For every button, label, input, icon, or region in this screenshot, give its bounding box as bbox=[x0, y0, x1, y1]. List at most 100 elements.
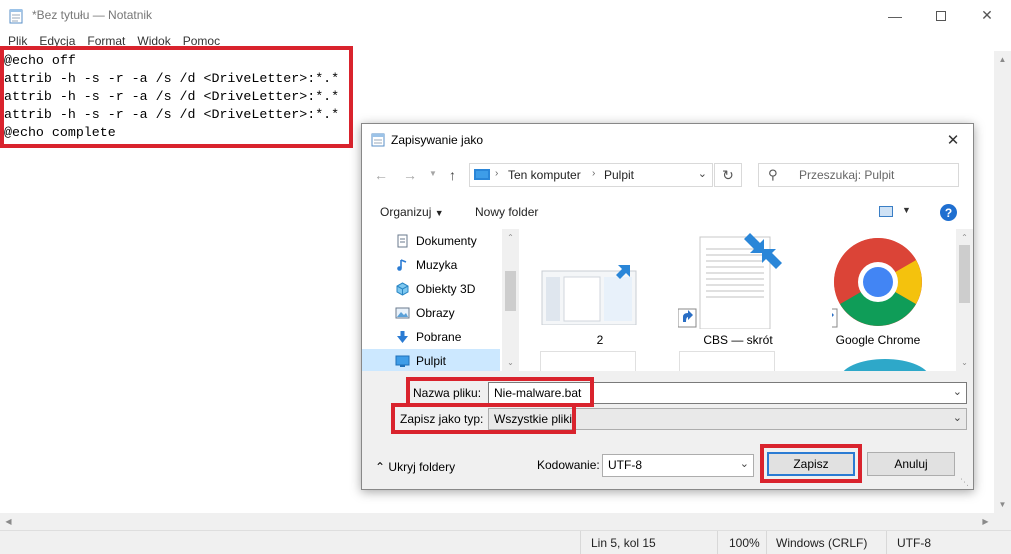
scroll-down-icon[interactable]: ▼ bbox=[994, 496, 1011, 513]
music-icon bbox=[397, 259, 407, 271]
file-item-partial[interactable] bbox=[540, 351, 636, 371]
file-item-partial[interactable] bbox=[840, 359, 930, 371]
file-item-partial[interactable] bbox=[679, 351, 775, 371]
editor-horizontal-scrollbar[interactable]: ◀ ▶ bbox=[0, 513, 994, 530]
sidebar-item-downloads[interactable]: Pobrane bbox=[362, 325, 500, 349]
search-input[interactable]: ⚲ Przeszukaj: Pulpit bbox=[758, 163, 959, 187]
address-bar[interactable]: › Ten komputer › Pulpit ⌄ bbox=[469, 163, 713, 187]
filetype-label: Zapisz jako typ: bbox=[400, 412, 484, 426]
navigation-pane: Dokumenty Muzyka Obiekty 3D Obrazy Pobra… bbox=[362, 229, 519, 373]
view-options-icon[interactable] bbox=[879, 206, 893, 217]
dialog-close-button[interactable]: ✕ bbox=[933, 124, 973, 155]
new-folder-button[interactable]: Nowy folder bbox=[475, 205, 538, 219]
sidebar-item-label: Obrazy bbox=[416, 306, 455, 320]
notepad-icon bbox=[9, 9, 23, 24]
image-thumbnail-icon bbox=[541, 265, 637, 325]
chevron-down-icon: ⌄ bbox=[952, 412, 962, 424]
cube-icon bbox=[396, 282, 409, 296]
notepad-icon bbox=[371, 133, 385, 147]
chevron-up-icon[interactable]: ⌃ bbox=[956, 229, 973, 246]
notepad-titlebar: *Bez tytułu — Notatnik — ✕ bbox=[0, 0, 1011, 31]
dialog-titlebar: Zapisywanie jako ✕ bbox=[362, 124, 973, 155]
hide-folders-label: Ukryj foldery bbox=[388, 460, 456, 474]
status-separator bbox=[717, 531, 718, 554]
forward-arrow-icon[interactable]: → bbox=[403, 167, 417, 183]
window-title: *Bez tytułu — Notatnik bbox=[32, 8, 153, 22]
scrollbar-thumb[interactable] bbox=[959, 245, 970, 303]
close-button[interactable]: ✕ bbox=[964, 0, 1010, 31]
status-bar: Lin 5, kol 15 100% Windows (CRLF) UTF-8 bbox=[0, 530, 1011, 554]
file-label: CBS — skrót bbox=[703, 333, 773, 347]
minimize-button[interactable]: — bbox=[872, 0, 918, 31]
status-encoding: UTF-8 bbox=[897, 536, 931, 550]
chevron-down-icon[interactable]: ▼ bbox=[902, 205, 911, 215]
sidebar-item-pictures[interactable]: Obrazy bbox=[362, 301, 500, 325]
status-position: Lin 5, kol 15 bbox=[591, 536, 656, 550]
resize-grip-icon[interactable]: ⋱ bbox=[960, 477, 970, 487]
breadcrumb-computer[interactable]: Ten komputer bbox=[508, 168, 581, 182]
editor-vertical-scrollbar[interactable]: ▲ ▼ bbox=[994, 51, 1011, 513]
scroll-right-icon[interactable]: ▶ bbox=[977, 513, 994, 530]
menu-bar: Plik Edycja Format Widok Pomoc bbox=[0, 31, 1011, 51]
file-item[interactable]: CBS — skrót bbox=[678, 229, 798, 354]
sidebar-item-label: Pulpit bbox=[416, 354, 447, 368]
menu-help[interactable]: Pomoc bbox=[177, 31, 226, 51]
help-icon[interactable]: ? bbox=[940, 204, 957, 221]
chevron-up-icon[interactable]: ⌃ bbox=[502, 229, 519, 246]
encoding-label: Kodowanie: bbox=[537, 458, 600, 472]
filetype-value: Wszystkie pliki bbox=[494, 412, 573, 426]
scroll-up-icon[interactable]: ▲ bbox=[994, 51, 1011, 68]
cancel-button[interactable]: Anuluj bbox=[867, 452, 955, 476]
minimize-icon: — bbox=[888, 7, 902, 24]
recent-locations-icon[interactable]: ▼ bbox=[429, 169, 437, 178]
sidebar-item-documents[interactable]: Dokumenty bbox=[362, 229, 500, 253]
back-arrow-icon[interactable]: ← bbox=[374, 167, 388, 183]
refresh-icon: ↻ bbox=[722, 166, 734, 183]
encoding-select[interactable]: UTF-8 ⌄ bbox=[602, 454, 754, 477]
filetype-select[interactable]: Wszystkie pliki ⌄ bbox=[488, 408, 967, 430]
save-button[interactable]: Zapisz bbox=[767, 452, 855, 476]
search-icon: ⚲ bbox=[768, 167, 778, 182]
dialog-title: Zapisywanie jako bbox=[391, 133, 484, 147]
file-item[interactable]: 2 bbox=[540, 229, 660, 354]
menu-format[interactable]: Format bbox=[81, 31, 131, 51]
scrollbar-corner bbox=[994, 513, 1011, 530]
refresh-button[interactable]: ↻ bbox=[714, 163, 742, 187]
file-list-scrollbar[interactable]: ⌃ ⌄ bbox=[956, 229, 973, 371]
chevron-down-icon[interactable]: ⌄ bbox=[502, 354, 519, 371]
hide-folders-button[interactable]: ⌃ Ukryj foldery bbox=[375, 460, 455, 474]
scroll-left-icon[interactable]: ◀ bbox=[0, 513, 17, 530]
chevron-right-icon: › bbox=[592, 168, 596, 179]
breadcrumb-desktop[interactable]: Pulpit bbox=[604, 168, 634, 182]
status-line-endings: Windows (CRLF) bbox=[776, 536, 868, 550]
organize-label: Organizuj bbox=[380, 205, 432, 219]
status-separator bbox=[766, 531, 767, 554]
editor-line: @echo off bbox=[4, 53, 76, 68]
organize-button[interactable]: Organizuj ▼ bbox=[380, 205, 444, 219]
status-separator bbox=[886, 531, 887, 554]
filename-field[interactable]: Nie-malware.bat ⌄ bbox=[488, 382, 967, 404]
file-label: 2 bbox=[596, 333, 604, 347]
maximize-button[interactable] bbox=[918, 0, 964, 31]
chevron-down-icon: ▼ bbox=[434, 208, 444, 218]
menu-file[interactable]: Plik bbox=[2, 31, 33, 51]
menu-edit[interactable]: Edycja bbox=[33, 31, 81, 51]
chevron-down-icon[interactable]: ⌄ bbox=[698, 167, 707, 180]
up-arrow-icon[interactable]: ↑ bbox=[449, 167, 456, 183]
desktop-icon bbox=[395, 355, 410, 367]
sidebar-item-3d-objects[interactable]: Obiekty 3D bbox=[362, 277, 500, 301]
download-arrow-icon bbox=[397, 331, 408, 343]
file-item[interactable]: Google Chrome bbox=[818, 229, 938, 354]
status-separator bbox=[580, 531, 581, 554]
chevron-down-icon: ⌄ bbox=[739, 458, 749, 470]
close-icon: ✕ bbox=[946, 131, 960, 149]
chevron-down-icon[interactable]: ⌄ bbox=[956, 354, 973, 371]
menu-view[interactable]: Widok bbox=[131, 31, 176, 51]
navigation-scrollbar[interactable]: ⌃ ⌄ bbox=[502, 229, 519, 371]
filename-label: Nazwa pliku: bbox=[413, 386, 482, 400]
chevron-down-icon[interactable]: ⌄ bbox=[953, 385, 962, 398]
scrollbar-thumb[interactable] bbox=[505, 271, 516, 311]
sidebar-item-music[interactable]: Muzyka bbox=[362, 253, 500, 277]
dialog-toolbar: Organizuj ▼ Nowy folder ▼ ? bbox=[362, 195, 973, 229]
sidebar-item-desktop[interactable]: Pulpit bbox=[362, 349, 500, 373]
